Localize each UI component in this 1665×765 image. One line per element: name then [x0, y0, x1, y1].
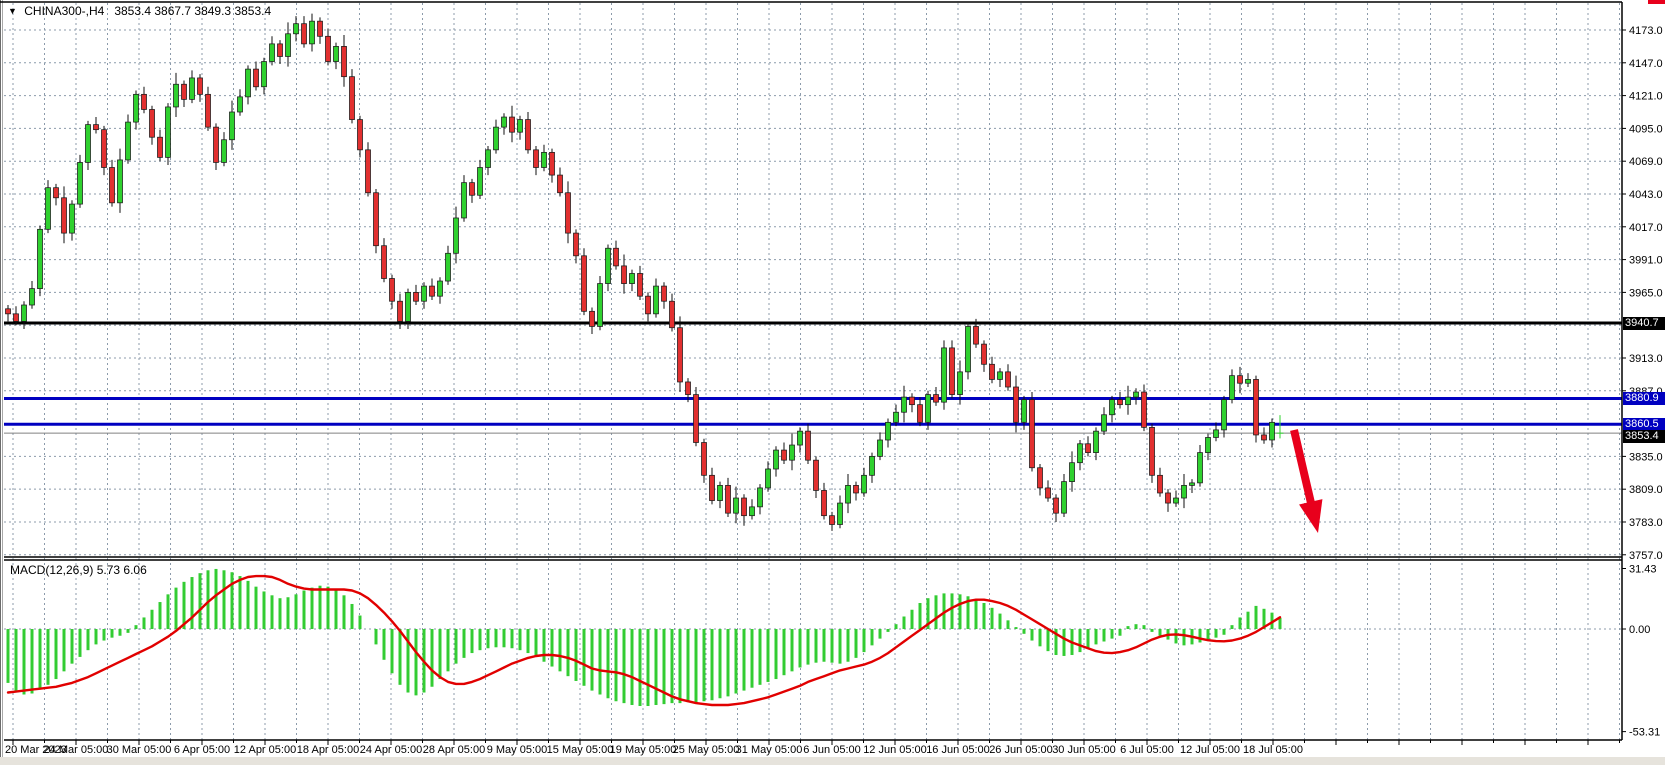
svg-text:3991.0: 3991.0: [1629, 255, 1663, 267]
macd-indicator-label: MACD(12,26,9) 5.73 6.06: [10, 563, 147, 577]
window-bottom-strip: [0, 757, 1665, 765]
time-axis-label: 18 Jul 05:00: [1243, 744, 1303, 756]
svg-text:4043.0: 4043.0: [1629, 189, 1663, 201]
level-price-box-3880.9: 3880.9: [1623, 392, 1665, 405]
svg-text:0.00: 0.00: [1629, 624, 1650, 636]
svg-text:4121.0: 4121.0: [1629, 91, 1663, 103]
svg-text:3783.0: 3783.0: [1629, 517, 1663, 529]
time-axis-label: 31 May 05:00: [736, 744, 803, 756]
svg-text:3809.0: 3809.0: [1629, 484, 1663, 496]
time-axis-label: 6 Jul 05:00: [1120, 744, 1174, 756]
macd-panel[interactable]: [8, 569, 1280, 706]
chart-window: 4173.0 4147.0 4121.0 4095.0 4069.0 4043.0 4017…: [0, 0, 1665, 765]
svg-text:-53.31: -53.31: [1629, 727, 1660, 739]
svg-text:31.43: 31.43: [1629, 563, 1657, 575]
macd-value: 5.73: [97, 563, 120, 577]
time-axis-label: 24 Mar 05:00: [44, 744, 109, 756]
time-axis-label: 28 Apr 05:00: [423, 744, 485, 756]
level-price-box-3940.7: 3940.7: [1623, 317, 1665, 330]
time-axis-label: 6 Apr 05:00: [174, 744, 230, 756]
time-axis-label: 26 Jun 05:00: [989, 744, 1053, 756]
time-axis-label: 19 May 05:00: [610, 744, 677, 756]
svg-text:3835.0: 3835.0: [1629, 451, 1663, 463]
svg-text:3757.0: 3757.0: [1629, 550, 1663, 562]
time-axis-label: 6 Jun 05:00: [803, 744, 861, 756]
time-axis-label: 12 Jun 05:00: [863, 744, 927, 756]
svg-text:3913.0: 3913.0: [1629, 353, 1663, 365]
time-axis-label: 30 Jun 05:00: [1052, 744, 1116, 756]
window-close-sliver-icon[interactable]: [1648, 0, 1665, 4]
time-axis-label: 12 Jul 05:00: [1180, 744, 1240, 756]
svg-text:4173.0: 4173.0: [1629, 25, 1663, 37]
time-axis-label: 16 Jun 05:00: [926, 744, 990, 756]
time-axis-label: 30 Mar 05:00: [107, 744, 172, 756]
down-arrow-annotation[interactable]: [1294, 430, 1322, 533]
symbol-period-label: CHINA300-,H4: [24, 4, 104, 18]
time-axis-label: 25 May 05:00: [673, 744, 740, 756]
time-axis-label: 9 May 05:00: [487, 744, 548, 756]
time-axis-label: 24 Apr 05:00: [360, 744, 422, 756]
chart-menu-icon[interactable]: ▼: [8, 6, 17, 16]
chart-title: ▼ CHINA300-,H4 3853.4 3867.7 3849.3 3853…: [8, 4, 271, 18]
chart-canvas[interactable]: 4173.0 4147.0 4121.0 4095.0 4069.0 4043.0 4017…: [0, 0, 1665, 765]
svg-text:4095.0: 4095.0: [1629, 123, 1663, 135]
time-axis-label: 12 Apr 05:00: [234, 744, 296, 756]
svg-text:4147.0: 4147.0: [1629, 58, 1663, 70]
current-price-box: 3853.4: [1623, 430, 1665, 443]
macd-signal-value: 6.06: [123, 563, 146, 577]
svg-text:4017.0: 4017.0: [1629, 222, 1663, 234]
svg-text:3965.0: 3965.0: [1629, 287, 1663, 299]
ohlc-readout: 3853.4 3867.7 3849.3 3853.4: [114, 4, 271, 18]
time-axis-label: 18 Apr 05:00: [297, 744, 359, 756]
time-axis-label: 15 May 05:00: [547, 744, 614, 756]
price-panel[interactable]: [4, 14, 1622, 531]
svg-text:4069.0: 4069.0: [1629, 156, 1663, 168]
grid: [4, 3, 1622, 740]
